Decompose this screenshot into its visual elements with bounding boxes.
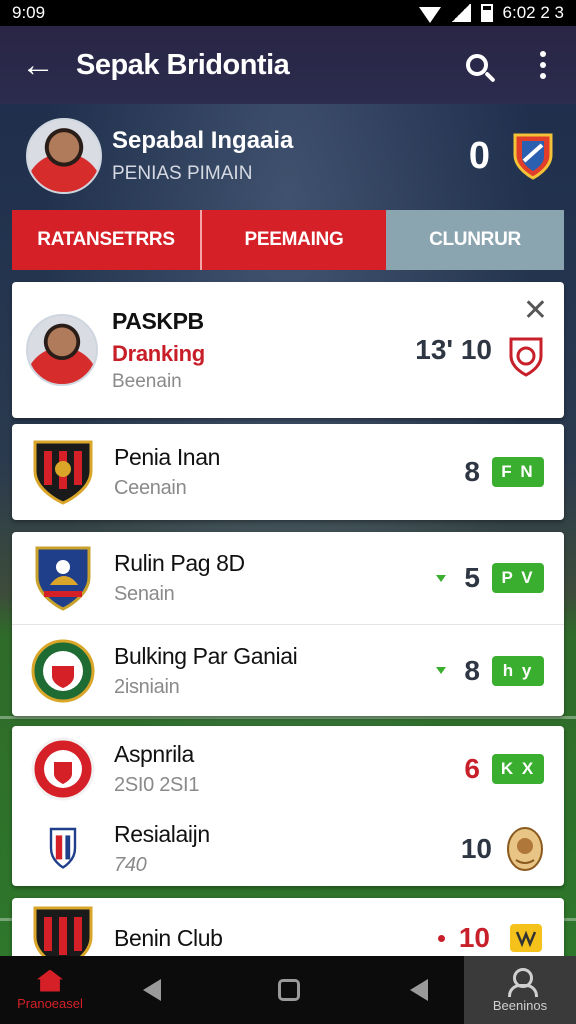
list-item-score: 10	[458, 922, 490, 953]
list-card: PASKPB Dranking Beenain 13' 10 ✕	[12, 282, 564, 418]
close-icon[interactable]: ✕	[523, 296, 548, 326]
list-item-name: Penia Inan	[114, 444, 220, 470]
list-item-subtitle: 740	[114, 854, 147, 876]
list-item-name: PASKPB	[112, 307, 204, 334]
club-crest-icon	[513, 133, 553, 180]
back-triangle-icon	[143, 979, 161, 1001]
list-item-score: 6	[464, 753, 480, 784]
list-item-score: 8	[464, 654, 480, 686]
system-back-button-2[interactable]	[374, 956, 464, 1024]
status-dot-icon	[437, 934, 445, 942]
list-card: Rulin Pag 8D Senain 5 P V Bulking Par Ga…	[12, 532, 564, 716]
page-title: Sepak Bridontia	[76, 48, 290, 81]
club-crest-red-black-icon	[33, 440, 93, 505]
status-badge: K X	[492, 754, 544, 784]
home-icon	[37, 969, 63, 992]
list-item[interactable]: Penia Inan Ceenain 8 F N	[12, 424, 564, 520]
more-vertical-icon	[540, 51, 546, 79]
list-item[interactable]: PASKPB Dranking Beenain 13' 10 ✕	[12, 282, 564, 418]
list-item[interactable]: Aspnrila 2SI0 2SI1 6 K X	[12, 726, 564, 812]
yellow-badge-icon	[510, 924, 542, 952]
list-item-name: Resialaijn	[114, 821, 210, 847]
person-icon	[505, 967, 538, 997]
app-bar: ← Sepak Bridontia	[0, 26, 576, 104]
list-item-subtitle: Ceenain	[114, 477, 187, 499]
nav-profile-label: Beeninos	[492, 997, 548, 1013]
club-crest-red-round-icon	[31, 737, 95, 801]
status-badge: P V	[492, 563, 544, 593]
system-back-button[interactable]	[100, 956, 204, 1024]
list-item-score: 8	[464, 456, 480, 487]
club-crest-blue-icon	[35, 546, 91, 611]
list-item-score: 5	[464, 562, 480, 593]
nav-home-label: Pranoeasel	[17, 995, 83, 1011]
avatar[interactable]	[26, 118, 102, 194]
battery-icon	[480, 4, 493, 22]
list-card: Aspnrila 2SI0 2SI1 6 K X Resialaijn 740 …	[12, 726, 564, 886]
nav-profile[interactable]: Beeninos	[464, 956, 576, 1024]
list-item-name: Aspnrila	[114, 741, 194, 767]
list-item-subtitle: 2isniain	[114, 675, 180, 698]
nav-home[interactable]: Pranoeasel	[0, 956, 100, 1024]
square-icon	[278, 979, 300, 1001]
search-icon	[466, 54, 488, 76]
tab-bar: RATANSETRRS PEEMAING CLUNRUR	[12, 210, 564, 270]
tab-peemaing[interactable]: PEEMAING	[202, 210, 386, 270]
profile-score: 0	[468, 134, 490, 177]
status-badge: F N	[492, 457, 544, 487]
arrow-left-icon: ←	[21, 45, 55, 84]
club-crest-green-icon	[31, 639, 95, 702]
back-button[interactable]: ←	[0, 26, 76, 104]
list-item-subtitle-secondary: Beenain	[112, 370, 182, 392]
list-item-name: Bulking Par Ganiai	[114, 642, 298, 669]
profile-name: Sepabal Ingaaia	[112, 127, 294, 154]
more-options-button[interactable]	[510, 26, 576, 104]
list-card: Penia Inan Ceenain 8 F N	[12, 424, 564, 520]
system-home-button[interactable]	[204, 956, 374, 1024]
profile-subtitle: PENIAS PIMAIN	[112, 163, 253, 184]
bottom-navigation: Pranoeasel Beeninos	[0, 956, 576, 1024]
pitch-line	[0, 716, 576, 719]
player-avatar	[26, 314, 98, 386]
list-item-subtitle: Dranking	[112, 340, 205, 366]
list-item[interactable]: Resialaijn 740 10	[12, 812, 564, 886]
list-item[interactable]: Bulking Par Ganiai 2isniain 8 h y	[12, 624, 564, 716]
status-time: 9:09	[12, 3, 46, 22]
search-button[interactable]	[444, 26, 510, 104]
club-crest-small-shield-icon	[49, 827, 77, 869]
list-item-name: Rulin Pag 8D	[114, 550, 245, 576]
status-bar: 9:09 6:02 2 3	[0, 0, 576, 26]
status-badge: h y	[492, 655, 544, 686]
mascot-icon	[507, 827, 543, 871]
trend-up-icon	[436, 574, 447, 582]
list-item[interactable]: Rulin Pag 8D Senain 5 P V	[12, 532, 564, 624]
back-triangle-icon	[410, 979, 428, 1001]
signal-icon	[450, 4, 471, 22]
profile-header: Sepabal Ingaaia PENIAS PIMAIN 0	[0, 104, 576, 208]
tab-ratansetrrs[interactable]: RATANSETRRS	[12, 210, 202, 270]
list-item-name: Benin Club	[114, 924, 223, 951]
trend-up-icon	[436, 667, 447, 674]
list-item-score: 13' 10	[415, 334, 492, 365]
wifi-icon	[418, 7, 441, 23]
list-item-subtitle: Senain	[114, 583, 175, 605]
list-item-subtitle: 2SI0 2SI1	[114, 774, 200, 796]
tab-clunrur[interactable]: CLUNRUR	[386, 210, 564, 270]
shield-s-icon	[509, 337, 543, 377]
list-item-score: 10	[460, 833, 492, 864]
status-right-text: 6:02 2 3	[502, 3, 564, 22]
